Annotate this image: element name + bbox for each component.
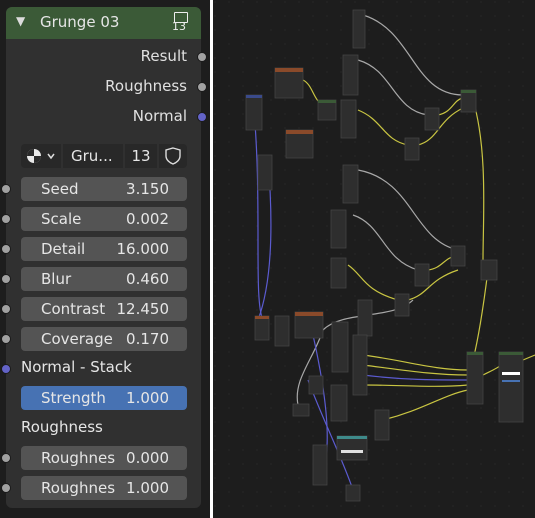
input-coverage-field[interactable]: Coverage 0.170 <box>21 327 187 351</box>
input-seed-field[interactable]: Seed 3.150 <box>21 177 187 201</box>
input-roughness-max-socket[interactable] <box>1 483 11 493</box>
node-properties-panel: ▼ Grunge 03 13 Result Roughness Normal G… <box>0 0 210 518</box>
input-normal-stack-socket[interactable] <box>1 364 11 374</box>
input-blur-value: 0.460 <box>126 270 169 288</box>
input-contrast-socket[interactable] <box>1 304 11 314</box>
output-result-socket[interactable] <box>197 52 207 62</box>
input-scale-socket[interactable] <box>1 214 11 224</box>
input-roughness-min-field[interactable]: Roughnes 0.000 <box>21 446 187 470</box>
input-scale-label: Scale <box>41 210 82 228</box>
input-roughness-max-field[interactable]: Roughnes 1.000 <box>21 476 187 500</box>
node-group-icon: 13 <box>172 12 194 34</box>
browse-node-tree-button[interactable] <box>21 144 61 168</box>
node-title: Grunge 03 <box>40 13 120 31</box>
input-roughness-max-label: Roughnes <box>41 479 116 497</box>
input-strength-label: Strength <box>41 389 106 407</box>
input-detail-value: 16.000 <box>116 240 170 258</box>
input-scale-field[interactable]: Scale 0.002 <box>21 207 187 231</box>
input-seed-socket[interactable] <box>1 184 11 194</box>
input-coverage-label: Coverage <box>41 330 113 348</box>
input-scale-value: 0.002 <box>126 210 169 228</box>
input-detail-label: Detail <box>41 240 86 258</box>
input-strength-value: 1.000 <box>126 389 169 407</box>
input-roughness-min-label: Roughnes <box>41 449 116 467</box>
input-contrast-field[interactable]: Contrast 12.450 <box>21 297 187 321</box>
user-count-button[interactable]: 13 <box>125 144 157 168</box>
output-normal-label: Normal <box>132 107 187 125</box>
input-contrast-value: 12.450 <box>116 300 170 318</box>
input-blur-socket[interactable] <box>1 274 11 284</box>
input-roughness-min-value: 0.000 <box>126 449 169 467</box>
output-normal-socket[interactable] <box>197 112 207 122</box>
output-result-label: Result <box>140 47 187 65</box>
input-detail-socket[interactable] <box>1 244 11 254</box>
node-editor-canvas[interactable] <box>213 0 535 518</box>
input-coverage-value: 0.170 <box>126 330 169 348</box>
input-strength-field[interactable]: Strength 1.000 <box>21 386 187 410</box>
input-contrast-label: Contrast <box>41 300 106 318</box>
output-roughness-label: Roughness <box>105 77 187 95</box>
input-detail-field[interactable]: Detail 16.000 <box>21 237 187 261</box>
input-seed-value: 3.150 <box>126 180 169 198</box>
node-tree-name-field[interactable]: Gru... <box>63 144 123 168</box>
input-coverage-socket[interactable] <box>1 334 11 344</box>
roughness-section-label: Roughness <box>21 418 103 436</box>
node-group-user-count: 13 <box>172 20 186 33</box>
output-roughness-socket[interactable] <box>197 82 207 92</box>
input-roughness-max-value: 1.000 <box>126 479 169 497</box>
grunge-node[interactable]: ▼ Grunge 03 13 Result Roughness Normal G… <box>1 7 207 508</box>
fake-user-button[interactable] <box>159 144 187 168</box>
chevron-down-icon[interactable]: ▼ <box>16 14 25 28</box>
input-blur-field[interactable]: Blur 0.460 <box>21 267 187 291</box>
node-header[interactable]: ▼ Grunge 03 13 <box>6 7 201 39</box>
fake-user-shield-icon <box>165 147 181 165</box>
node-group-datablock: Gru... 13 <box>21 144 187 168</box>
node-graph-overview <box>213 0 535 518</box>
normal-stack-label: Normal - Stack <box>21 358 132 376</box>
input-blur-label: Blur <box>41 270 72 288</box>
sphere-icon <box>27 149 55 163</box>
input-roughness-min-socket[interactable] <box>1 453 11 463</box>
input-seed-label: Seed <box>41 180 79 198</box>
